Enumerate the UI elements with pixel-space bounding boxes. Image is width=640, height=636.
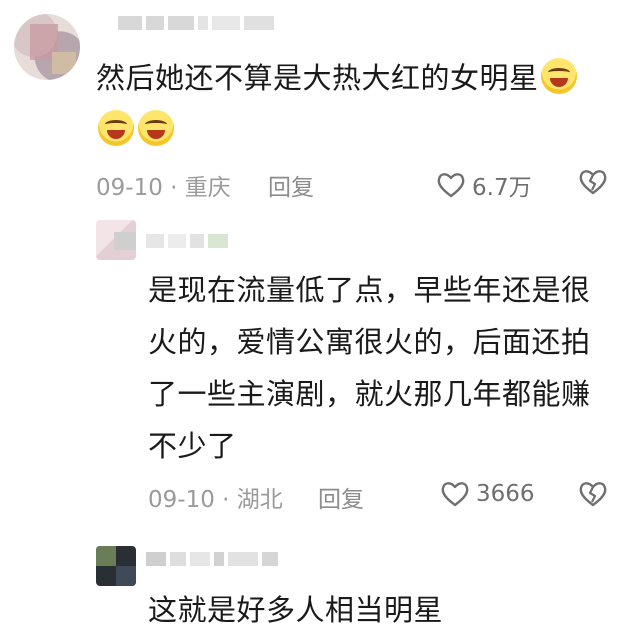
dislike-button[interactable] (578, 168, 608, 196)
reply-button[interactable]: 回复 (318, 480, 364, 514)
broken-heart-outline-icon (579, 170, 607, 195)
heart-outline-icon (441, 482, 469, 507)
reply-button[interactable]: 回复 (268, 168, 314, 202)
username-redacted[interactable] (118, 14, 274, 32)
comment-date-location: 09-10 · 湖北 (148, 480, 283, 514)
comment-date: 09-10 (96, 175, 163, 201)
comment-meta-row: 09-10 · 重庆 回复 6.7万 (0, 168, 640, 204)
meta-separator: · (214, 487, 237, 513)
broken-heart-outline-icon (579, 482, 607, 507)
comment-date: 09-10 (148, 487, 215, 513)
laughing-tears-emoji (540, 58, 577, 94)
comment-meta-row: 09-10 · 湖北 回复 3666 (0, 480, 640, 516)
laughing-tears-emoji (138, 110, 174, 146)
comment-body: 然后她还不算是大热大红的女明星 (96, 61, 539, 95)
avatar[interactable] (96, 546, 136, 586)
like-count: 6.7万 (472, 175, 532, 201)
like-count: 3666 (476, 481, 535, 507)
comment-text: 这就是好多人相当明星 (148, 593, 444, 627)
like-button[interactable]: 3666 (440, 480, 535, 508)
comment-text: 是现在流量低了点，早些年还是很火的，爱情公寓很火的，后面还拍了一些主演剧，就火那… (148, 273, 591, 463)
like-button[interactable]: 6.7万 (436, 168, 532, 202)
comment-text: 然后她还不算是大热大红的女明星 (96, 52, 636, 156)
laughing-tears-emoji (98, 110, 134, 146)
avatar[interactable] (96, 220, 136, 260)
comment-location: 重庆 (184, 175, 231, 201)
username-redacted[interactable] (146, 550, 278, 568)
dislike-button[interactable] (578, 480, 608, 508)
username-redacted[interactable] (146, 232, 228, 250)
comment-date-location: 09-10 · 重庆 (96, 168, 231, 202)
comment-location: 湖北 (236, 487, 283, 513)
avatar[interactable] (14, 14, 80, 80)
heart-outline-icon (437, 173, 465, 198)
meta-separator: · (162, 175, 185, 201)
